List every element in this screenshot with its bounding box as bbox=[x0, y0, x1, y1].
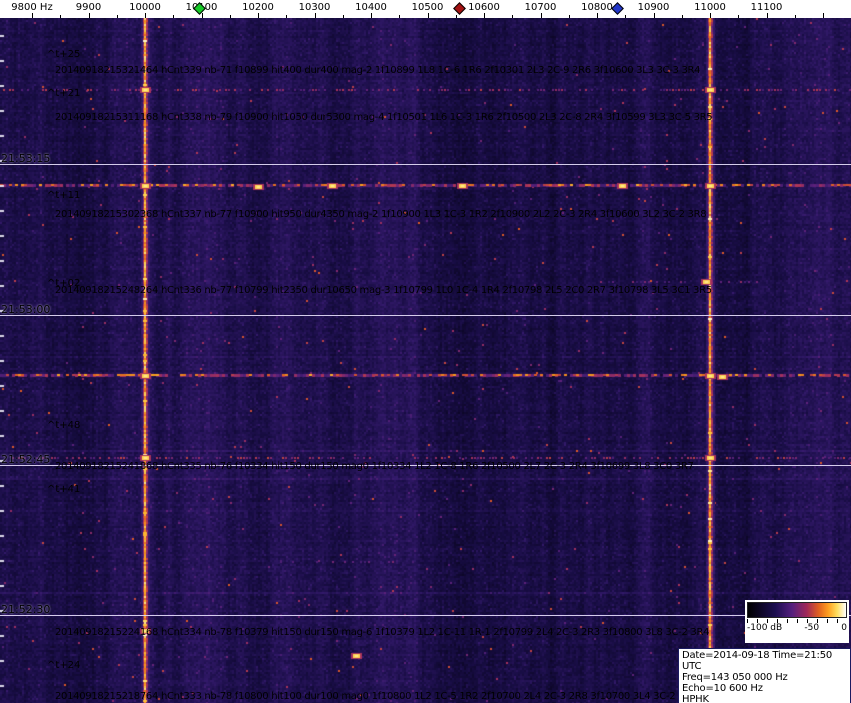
freq-tick bbox=[342, 15, 344, 18]
freq-tick bbox=[710, 13, 711, 18]
freq-tick bbox=[455, 15, 457, 18]
freq-label-10200: 10200 bbox=[242, 2, 274, 13]
status-info-box: Date=2014-09-18 Time=21:50 UTC Freq=143 … bbox=[678, 648, 851, 703]
info-station-code: HPHK bbox=[682, 694, 709, 703]
freq-tick bbox=[794, 15, 796, 18]
freq-tick bbox=[512, 15, 514, 18]
freq-tick bbox=[173, 15, 175, 18]
db-color-scale: -100 dB -50 0 bbox=[745, 600, 849, 643]
freq-label-10700: 10700 bbox=[524, 2, 557, 13]
blue-marker-icon[interactable] bbox=[611, 2, 624, 15]
freq-tick bbox=[314, 13, 316, 18]
time-gridline bbox=[0, 164, 851, 165]
time-label: 21:53:15 bbox=[1, 152, 51, 165]
freq-tick bbox=[145, 13, 146, 18]
freq-tick bbox=[738, 15, 740, 18]
freq-tick bbox=[399, 15, 401, 18]
legend-label-mid: -50 bbox=[804, 623, 820, 633]
detection-time-marker: ^t+21 bbox=[47, 88, 81, 99]
freq-tick bbox=[568, 15, 570, 18]
freq-label-10300: 10300 bbox=[298, 2, 331, 13]
legend-label-max: 0 bbox=[841, 623, 847, 633]
freq-label-10400: 10400 bbox=[355, 2, 387, 13]
detection-log-line: 20140918215311168 hCnt338 nb-79 f10900 h… bbox=[55, 112, 713, 123]
detection-log-line: 20140918215241868 hCnt335 nb-76 f10334 h… bbox=[55, 461, 694, 472]
legend-label-min: -100 dB bbox=[747, 623, 783, 633]
freq-tick bbox=[597, 13, 598, 18]
freq-tick bbox=[427, 13, 429, 18]
detection-log-line: 20140918215302368 hCnt337 nb-77 f10900 h… bbox=[55, 209, 707, 220]
freq-label-11000: 11000 bbox=[694, 2, 726, 13]
detection-log-line: 20140918215218764 hCnt333 nb-78 f10800 h… bbox=[55, 691, 697, 702]
freq-label-10600: 10600 bbox=[468, 2, 500, 13]
info-echo-frequency: Echo=10 600 Hz bbox=[682, 683, 763, 694]
freq-tick bbox=[88, 13, 90, 18]
freq-label-9900: 9900 bbox=[75, 2, 102, 13]
detection-log-line: 20140918215224168 hCnt334 nb-78 f10379 h… bbox=[55, 627, 710, 638]
freq-label-10900: 10900 bbox=[637, 2, 670, 13]
meteor-echo-monitor: 9800 Hz990010000101001020010300104001050… bbox=[0, 0, 851, 703]
freq-tick bbox=[625, 15, 627, 18]
freq-label-11100: 11100 bbox=[750, 2, 783, 13]
freq-tick bbox=[116, 15, 118, 18]
time-label: 21:52:30 bbox=[1, 603, 51, 616]
detection-time-marker: ^t+24 bbox=[47, 660, 81, 671]
freq-label-10500: 10500 bbox=[411, 2, 444, 13]
freq-tick bbox=[540, 13, 542, 18]
freq-tick bbox=[766, 13, 768, 18]
freq-tick bbox=[229, 15, 231, 18]
detection-time-marker: ^t+25 bbox=[47, 49, 81, 60]
detection-time-marker: ^t+11 bbox=[47, 190, 81, 201]
freq-tick bbox=[371, 13, 372, 18]
detection-log-line: 20140918215321464 hCnt339 nb-71 f10899 h… bbox=[55, 65, 701, 76]
freq-tick bbox=[484, 13, 485, 18]
frequency-axis: 9800 Hz990010000101001020010300104001050… bbox=[0, 0, 851, 18]
freq-tick bbox=[32, 13, 33, 18]
freq-tick bbox=[823, 13, 824, 18]
time-label: 21:52:45 bbox=[1, 453, 51, 466]
info-date-time: Date=2014-09-18 Time=21:50 UTC bbox=[682, 650, 833, 672]
freq-label-10000: 10000 bbox=[129, 2, 161, 13]
freq-tick bbox=[60, 15, 62, 18]
time-gridline bbox=[0, 315, 851, 316]
freq-tick bbox=[201, 13, 203, 18]
detection-time-marker: ^t+41 bbox=[47, 484, 81, 495]
legend-labels: -100 dB -50 0 bbox=[747, 623, 847, 633]
detection-time-marker: ^t+48 bbox=[47, 420, 81, 431]
freq-tick bbox=[286, 15, 288, 18]
info-frequency: Freq=143 050 000 Hz bbox=[682, 672, 788, 683]
freq-label-10800: 10800 bbox=[581, 2, 613, 13]
freq-label-9800: 9800 Hz bbox=[11, 2, 53, 13]
red-marker-icon[interactable] bbox=[453, 2, 466, 15]
time-gridline bbox=[0, 615, 851, 616]
spectrogram-area: -100 dB -50 0 Date=2014-09-18 Time=21:50… bbox=[0, 18, 851, 703]
time-label: 21:53:00 bbox=[1, 303, 51, 316]
color-gradient-bar bbox=[747, 602, 847, 618]
freq-tick bbox=[681, 15, 683, 18]
freq-tick bbox=[258, 13, 259, 18]
detection-log-line: 20140918215248264 hCnt336 nb-77 f10799 h… bbox=[55, 285, 712, 296]
freq-tick bbox=[653, 13, 655, 18]
